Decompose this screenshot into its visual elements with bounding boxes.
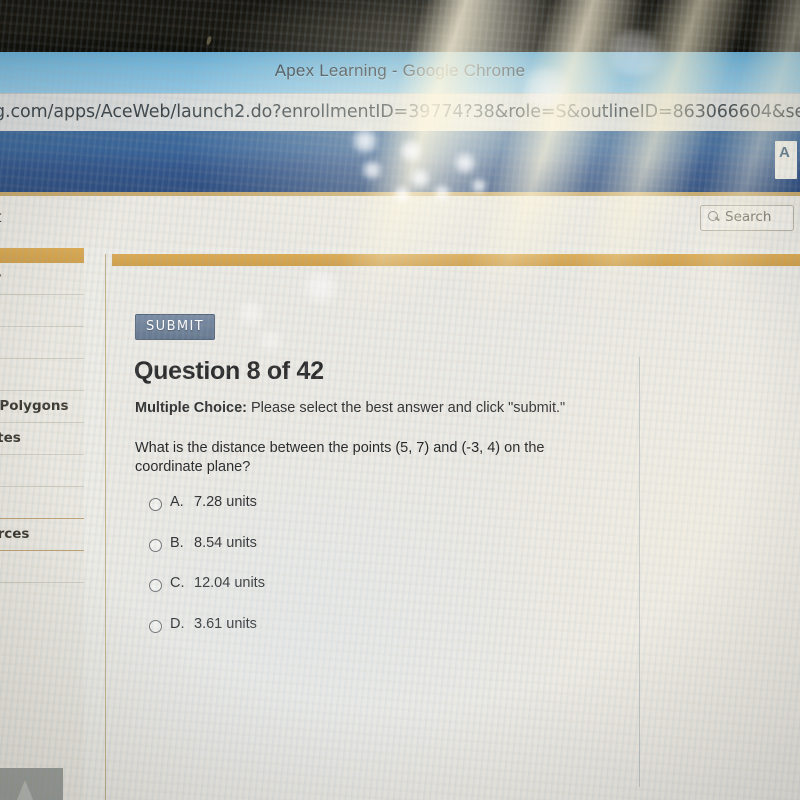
address-bar-url[interactable]: g.com/apps/AceWeb/launch2.do?enrollmentI… xyxy=(0,102,800,122)
search-placeholder: Search xyxy=(725,209,772,225)
search-input[interactable]: Search xyxy=(700,205,794,231)
sidebar-item[interactable] xyxy=(0,295,84,327)
answer-choice-a[interactable]: A. 7.28 units xyxy=(146,494,586,535)
search-icon xyxy=(708,211,718,221)
apex-page-body: Test Search ry r Polygons ates xyxy=(0,196,800,800)
sidebar-item[interactable] xyxy=(0,327,84,359)
sidebar-item[interactable]: ry xyxy=(0,263,84,295)
radio-button-icon[interactable] xyxy=(149,619,162,633)
sidebar-item-label: urces xyxy=(0,526,30,542)
sidebar-item-label: r Polygons xyxy=(0,398,69,414)
bezel-dust-speck xyxy=(205,35,213,46)
choice-text: 8.54 units xyxy=(194,534,257,551)
sidebar-gold-header xyxy=(0,248,84,263)
radio-button-icon[interactable] xyxy=(149,498,162,511)
radio-button-icon[interactable] xyxy=(149,579,162,592)
answer-choice-c[interactable]: C. 12.04 units xyxy=(146,575,586,616)
sidebar-item-list: ry r Polygons ates urces xyxy=(0,263,84,583)
sidebar-item-resources[interactable]: urces xyxy=(0,519,84,551)
choice-letter: C. xyxy=(170,575,185,591)
instructions-prefix: Multiple Choice: xyxy=(135,400,247,416)
chrome-window: Apex Learning - Google Chrome g.com/apps… xyxy=(0,52,800,800)
question-stem: What is the distance between the points … xyxy=(135,440,545,475)
chrome-omnibox[interactable]: g.com/apps/AceWeb/launch2.do?enrollmentI… xyxy=(0,93,800,133)
sidebar-item-label: ry xyxy=(0,270,2,286)
panel-vertical-divider xyxy=(639,357,640,787)
answer-choice-list: A. 7.28 units B. 8.54 units C. 12.04 uni… xyxy=(146,494,586,656)
sidebar-item-coordinates[interactable]: ates xyxy=(0,423,84,455)
window-title: Apex Learning - Google Chrome xyxy=(274,61,526,80)
chrome-titlebar[interactable]: Apex Learning - Google Chrome xyxy=(0,52,800,93)
monitor-bezel xyxy=(0,0,800,52)
choice-text: 7.28 units xyxy=(194,494,257,510)
nav-tab-test[interactable]: Test xyxy=(0,208,2,226)
sidebar-item-label: ates xyxy=(0,430,21,446)
radio-button-icon[interactable] xyxy=(149,538,162,552)
choice-letter: D. xyxy=(170,615,185,632)
apex-logo-mark: A xyxy=(779,144,790,161)
panel-gold-header xyxy=(112,254,800,266)
sidebar-item[interactable] xyxy=(0,359,84,391)
submit-button[interactable]: SUBMIT xyxy=(135,314,216,340)
choice-text: 3.61 units xyxy=(194,615,257,632)
page-title: Question 8 of 42 xyxy=(134,357,324,385)
instructions-body: Please select the best answer and click … xyxy=(246,400,566,416)
course-outline-sidebar: ry r Polygons ates urces xyxy=(0,248,84,800)
choice-text: 12.04 units xyxy=(194,575,265,591)
photographed-screen: Apex Learning - Google Chrome g.com/apps… xyxy=(0,0,800,800)
answer-choice-d[interactable]: D. 3.61 units xyxy=(146,616,586,657)
question-content-panel: SUBMIT Question 8 of 42 Multiple Choice:… xyxy=(105,254,800,800)
answer-choice-b[interactable]: B. 8.54 units xyxy=(146,535,586,576)
desktop-background-peek xyxy=(0,768,63,800)
sidebar-item[interactable] xyxy=(0,487,84,519)
apex-header-band: A xyxy=(0,131,800,192)
sidebar-item[interactable] xyxy=(0,551,84,583)
sidebar-item-polygons[interactable]: r Polygons xyxy=(0,391,84,423)
choice-letter: B. xyxy=(170,534,184,551)
secondary-nav-bar: Test Search xyxy=(0,196,800,248)
sidebar-item[interactable] xyxy=(0,455,84,487)
apex-logo[interactable]: A xyxy=(775,141,797,179)
question-instructions: Multiple Choice: Please select the best … xyxy=(135,400,565,416)
choice-letter: A. xyxy=(170,494,184,510)
